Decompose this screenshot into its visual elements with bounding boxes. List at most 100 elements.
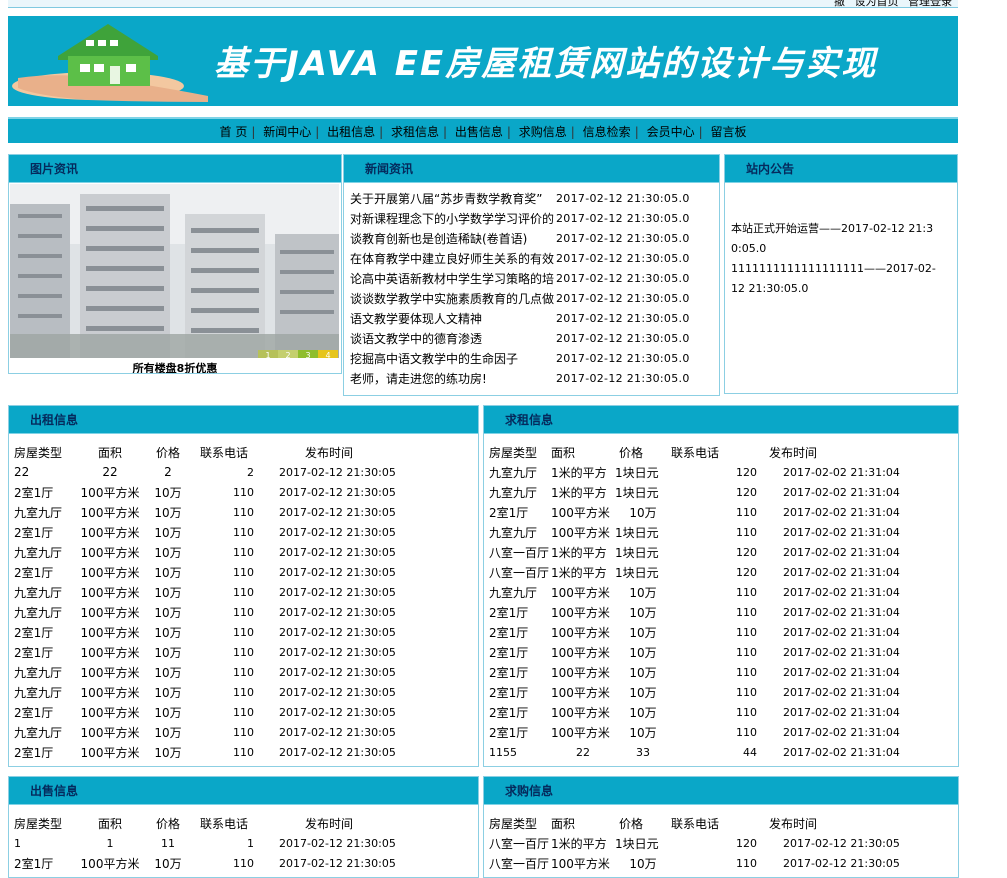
cell-price: 1块日元 [615,545,659,560]
cell-time: 2017-02-02 21:31:04 [783,625,900,639]
table-row[interactable]: 2室1厅 100平方米 10万 110 2017-02-12 21:30:05 [14,622,404,642]
news-title[interactable]: 谈谈数学教学中实施素质教育的几点做 [350,289,556,309]
nav-news[interactable]: 新闻中心 [259,125,315,139]
cell-price: 1块日元 [615,525,659,540]
cell-area: 1 [106,836,114,850]
news-title[interactable]: 在体育教学中建立良好师生关系的有效 [350,249,556,269]
photo-slideshow[interactable]: 1234 [10,184,339,358]
table-row[interactable]: 九室九厅 100平方米 10万 110 2017-02-12 21:30:05 [14,722,404,742]
table-row[interactable]: 2室1厅 100平方米 10万 110 2017-02-02 21:31:04 [489,602,907,622]
cell-time: 2017-02-02 21:31:04 [783,605,900,619]
notice-item[interactable]: 1111111111111111111——2017-02-12 21:30:05… [731,259,941,299]
table-row[interactable]: 2室1厅 100平方米 10万 110 2017-02-02 21:31:04 [489,502,907,522]
table-row[interactable]: 2室1厅 100平方米 10万 110 2017-02-12 21:30:05 [14,642,404,662]
table-row[interactable]: 1155 22 33 44 2017-02-02 21:31:04 [489,742,907,762]
cell-time: 2017-02-12 21:30:05 [279,745,396,759]
table-header: 房屋类型 面积 价格 联系电话 发布时间 [489,813,907,833]
cell-area: 22 [102,465,118,479]
news-title[interactable]: 谈语文教学中的德育渗透 [350,329,556,349]
table-row[interactable]: 九室九厅 1米的平方 1块日元 120 2017-02-02 21:31:04 [489,482,907,502]
building-photo [10,184,339,358]
admin-login-link[interactable]: 管理登录 [908,0,952,7]
cell-time: 2017-02-02 21:31:04 [783,505,900,519]
cell-area: 100平方米 [551,705,610,720]
table-row[interactable]: 2室1厅 100平方米 10万 110 2017-02-12 21:30:05 [14,482,404,502]
news-title[interactable]: 谈教育创新也是创造稀缺(卷首语) [350,229,556,249]
slide-page-3[interactable]: 3 [298,350,318,358]
news-time: 2017-02-12 21:30:05.0 [556,332,690,345]
slide-page-1[interactable]: 1 [258,350,278,358]
news-time: 2017-02-12 21:30:05.0 [556,372,690,385]
cell-phone: 110 [233,605,254,619]
table-row[interactable]: 2室1厅 100平方米 10万 110 2017-02-02 21:31:04 [489,722,907,742]
table-row[interactable]: 2室1厅 100平方米 10万 110 2017-02-02 21:31:04 [489,642,907,662]
table-row[interactable]: 九室九厅 100平方米 1块日元 110 2017-02-02 21:31:04 [489,522,907,542]
table-row[interactable]: 九室九厅 100平方米 10万 110 2017-02-12 21:30:05 [14,502,404,522]
cell-type: 2室1厅 [14,565,54,580]
table-row[interactable]: 2室1厅 100平方米 10万 110 2017-02-02 21:31:04 [489,702,907,722]
table-row[interactable]: 九室九厅 100平方米 10万 110 2017-02-12 21:30:05 [14,662,404,682]
cell-time: 2017-02-12 21:30:05 [279,565,396,579]
slide-page-4[interactable]: 4 [318,350,338,358]
table-row[interactable]: 九室九厅 100平方米 10万 110 2017-02-12 21:30:05 [14,602,404,622]
cell-phone: 44 [743,745,757,759]
table-row[interactable]: 2室1厅 100平方米 10万 110 2017-02-02 21:31:04 [489,682,907,702]
cell-time: 2017-02-12 21:30:05 [279,725,396,739]
nav-want-buy[interactable]: 求购信息 [515,125,571,139]
news-title[interactable]: 语文教学要体现人文精神 [350,309,556,329]
table-row[interactable]: 八室一百厅 1米的平方 1块日元 120 2017-02-12 21:30:05 [489,833,907,853]
cell-area: 1米的平方 [551,485,607,500]
cell-type: 九室九厅 [489,525,538,540]
nav-for-sale[interactable]: 出售信息 [451,125,507,139]
table-row[interactable]: 八室一百厅 1米的平方 1块日元 120 2017-02-02 21:31:04 [489,542,907,562]
table-row[interactable]: 2室1厅 100平方米 10万 110 2017-02-12 21:30:05 [14,522,404,542]
nav-search[interactable]: 信息检索 [579,125,635,139]
news-title[interactable]: 对新课程理念下的小学数学学习评价的 [350,209,556,229]
table-row[interactable]: 九室九厅 100平方米 10万 110 2017-02-12 21:30:05 [14,682,404,702]
news-title[interactable]: 老师，请走进您的练功房! [350,369,556,389]
nav-home[interactable]: 首 页 [216,125,252,139]
cell-area: 100平方米 [551,665,610,680]
cell-type: 九室九厅 [14,665,63,680]
cell-area: 100平方米 [551,605,610,620]
table-row[interactable]: 2室1厅 100平方米 10万 110 2017-02-02 21:31:04 [489,622,907,642]
cell-time: 2017-02-12 21:30:05 [279,836,396,850]
cell-time: 2017-02-12 21:30:05 [279,585,396,599]
table-row[interactable]: 1 1 11 1 2017-02-12 21:30:05 [14,833,404,853]
slide-page-2[interactable]: 2 [278,350,298,358]
nav-rent-out[interactable]: 出租信息 [323,125,379,139]
table-row[interactable]: 2室1厅 100平方米 10万 110 2017-02-12 21:30:05 [14,562,404,582]
table-row[interactable]: 九室九厅 100平方米 10万 110 2017-02-12 21:30:05 [14,582,404,602]
table-row[interactable]: 2室1厅 100平方米 10万 110 2017-02-02 21:31:04 [489,662,907,682]
table-row[interactable]: 2室1厅 100平方米 10万 110 2017-02-12 21:30:05 [14,742,404,762]
cell-type: 八室一百厅 [489,856,550,871]
cell-type: 九室九厅 [489,585,538,600]
table-row[interactable]: 九室九厅 100平方米 10万 110 2017-02-12 21:30:05 [14,542,404,562]
cell-time: 2017-02-12 21:30:05 [279,645,396,659]
table-row[interactable]: 2室1厅 100平方米 10万 110 2017-02-12 21:30:05 [14,702,404,722]
news-title[interactable]: 论高中英语新教材中学生学习策略的培 [350,269,556,289]
photo-caption[interactable]: 所有楼盘8折优惠 [9,360,341,373]
rent-wanted-heading: 求租信息 [484,406,958,434]
table-row[interactable]: 九室九厅 100平方米 10万 110 2017-02-02 21:31:04 [489,582,907,602]
cell-price: 10万 [154,665,182,680]
nav-member[interactable]: 会员中心 [643,125,699,139]
table-row[interactable]: 八室一百厅 100平方米 10万 110 2017-02-12 21:30:05 [489,853,907,873]
top-link-0[interactable]: 撤 [834,0,845,7]
notice-item[interactable]: 本站正式开始运营——2017-02-12 21:30:05.0 [731,219,941,259]
cell-phone: 110 [233,525,254,539]
cell-price: 10万 [154,645,182,660]
cell-type: 2室1厅 [489,665,529,680]
news-title[interactable]: 关于开展第八届“苏步青数学教育奖” [350,189,556,209]
nav-guestbook[interactable]: 留言板 [706,125,750,139]
table-row[interactable]: 八室一百厅 1米的平方 1块日元 120 2017-02-02 21:31:04 [489,562,907,582]
table-row[interactable]: 九室九厅 1米的平方 1块日元 120 2017-02-02 21:31:04 [489,462,907,482]
photo-news-panel: 图片资讯 1234 所有楼盘8折优惠 [8,154,342,374]
news-title[interactable]: 挖掘高中语文教学中的生命因子 [350,349,556,369]
nav-rent-wanted[interactable]: 求租信息 [387,125,443,139]
table-row[interactable]: 2室1厅 100平方米 10万 110 2017-02-12 21:30:05 [14,853,404,873]
top-utility-bar: 撤 设为首页 管理登录 [8,0,958,8]
table-row[interactable]: 22 22 2 2 2017-02-12 21:30:05 [14,462,404,482]
cell-type: 2室1厅 [14,856,54,871]
set-homepage-link[interactable]: 设为首页 [855,0,899,7]
